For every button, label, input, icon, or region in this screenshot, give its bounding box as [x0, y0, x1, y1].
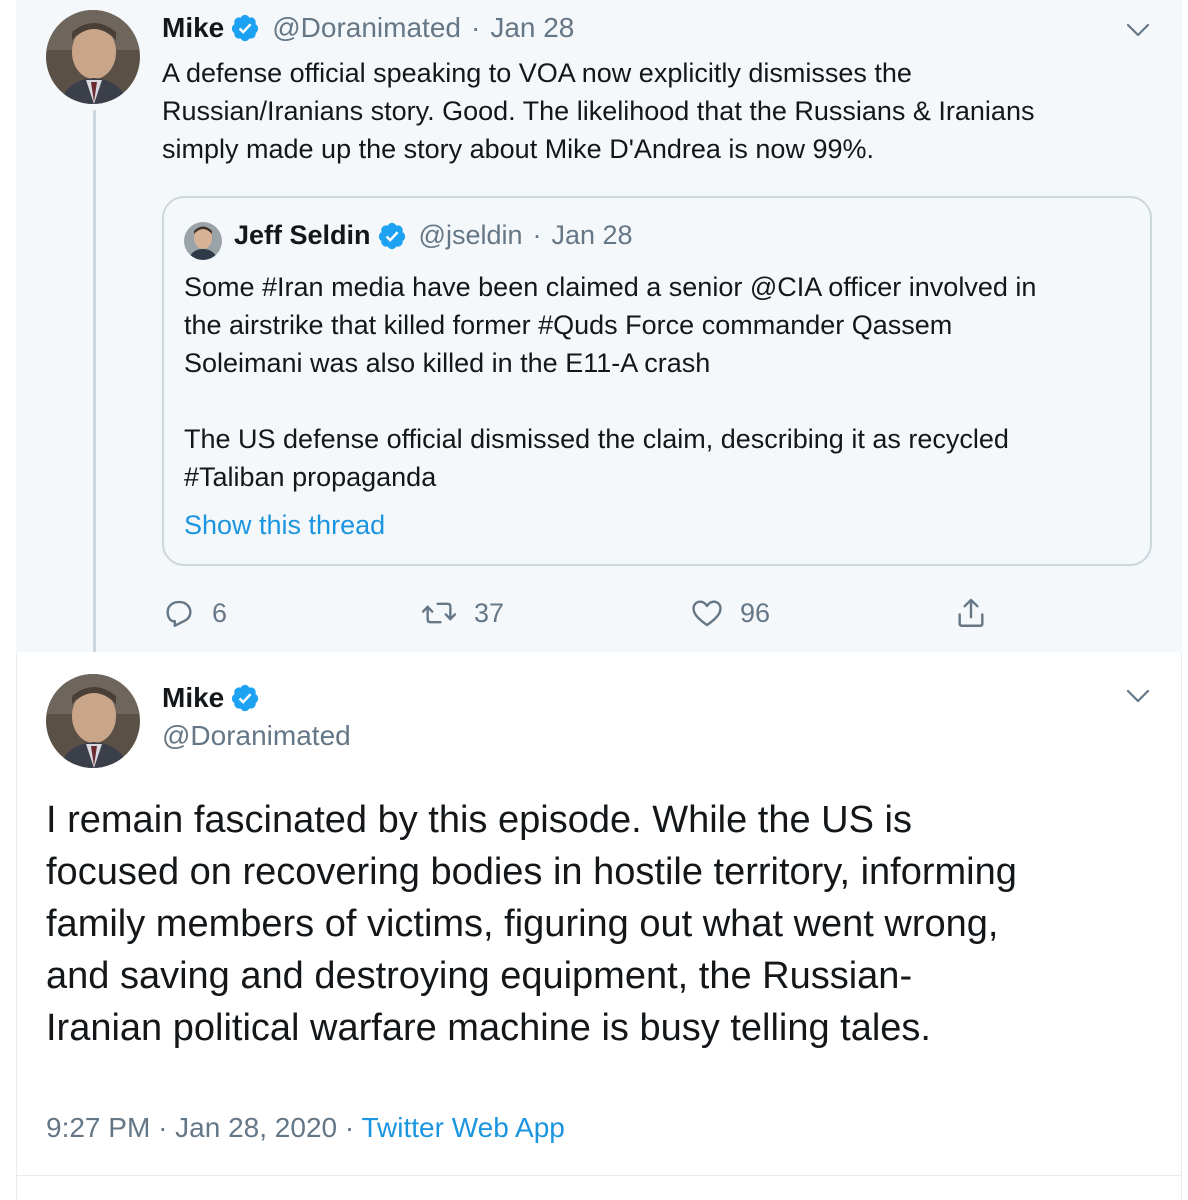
separator-dot: · — [344, 1112, 355, 1143]
reply-icon[interactable] — [162, 596, 196, 630]
tweet-text-line: I remain fascinated by this episode. Whi… — [46, 799, 912, 841]
tweet-metadata: 9:27 PM · Jan 28, 2020 · Twitter Web App — [46, 1112, 565, 1144]
quoted-tweet-text: Some #Iran media have been claimed a sen… — [184, 268, 1144, 544]
chevron-down-icon[interactable] — [1126, 22, 1150, 38]
tweet-full-date[interactable]: Jan 28, 2020 — [175, 1112, 337, 1143]
verified-badge-icon — [230, 13, 260, 43]
quoted-text-line: the airstrike that killed former #Quds F… — [184, 310, 953, 340]
divider — [16, 1175, 1182, 1176]
like-action[interactable]: 96 — [690, 596, 770, 630]
tweet-time[interactable]: 9:27 PM — [46, 1112, 150, 1143]
author-name[interactable]: Mike — [162, 12, 224, 44]
tweet-text: A defense official speaking to VOA now e… — [162, 54, 1152, 168]
tweet-date[interactable]: Jan 28 — [490, 12, 574, 44]
retweet-action[interactable]: 37 — [420, 596, 504, 630]
tweet-text-line: Iranian political warfare machine is bus… — [46, 1007, 931, 1049]
separator-dot: · — [532, 220, 542, 250]
quoted-avatar[interactable] — [184, 222, 222, 260]
thread-connector-line — [93, 110, 96, 662]
quoted-tweet-date[interactable]: Jan 28 — [551, 220, 632, 251]
verified-badge-icon — [377, 221, 407, 251]
quoted-author-name[interactable]: Jeff Seldin — [234, 220, 371, 251]
quoted-text-line: Some #Iran media have been claimed a sen… — [184, 272, 1037, 302]
tweet-text-line: and saving and destroying equipment, the… — [46, 955, 913, 997]
quoted-text-line: #Taliban propaganda — [184, 462, 437, 492]
tweet-text-line: A defense official speaking to VOA now e… — [162, 58, 912, 88]
like-count: 96 — [740, 597, 771, 628]
tweet-header: Mike @Doranimated · Jan 28 — [162, 12, 574, 44]
chevron-down-icon[interactable] — [1126, 688, 1150, 704]
reply-count: 6 — [212, 597, 228, 628]
separator-dot: · — [158, 1112, 168, 1143]
tweet-text-line: family members of victims, figuring out … — [46, 903, 999, 945]
tweet-text: I remain fascinated by this episode. Whi… — [46, 794, 1166, 1054]
show-thread-link[interactable]: Show this thread — [184, 506, 1144, 544]
quoted-text-line: Soleimani was also killed in the E11-A c… — [184, 348, 711, 378]
share-action[interactable] — [954, 596, 988, 630]
share-icon[interactable] — [954, 596, 988, 630]
heart-icon[interactable] — [690, 596, 724, 630]
tweet-text-line: simply made up the story about Mike D'An… — [162, 134, 874, 164]
tweet-text-line: focused on recovering bodies in hostile … — [46, 851, 1017, 893]
quoted-tweet-header: Jeff Seldin @jseldin · Jan 28 — [234, 220, 633, 251]
retweet-count: 37 — [474, 597, 505, 628]
quoted-tweet-card[interactable]: Jeff Seldin @jseldin · Jan 28 Some #Iran… — [162, 196, 1152, 566]
avatar[interactable] — [46, 10, 140, 104]
source-app-link[interactable]: Twitter Web App — [361, 1112, 564, 1143]
quoted-text-line: The US defense official dismissed the cl… — [184, 424, 1009, 454]
avatar[interactable] — [46, 674, 140, 768]
verified-badge-icon — [230, 683, 260, 713]
tweet-header: Mike — [162, 682, 260, 714]
retweet-icon[interactable] — [420, 596, 458, 630]
separator-dot: · — [470, 12, 481, 43]
quoted-author-handle[interactable]: @jseldin — [419, 220, 523, 251]
author-handle[interactable]: @Doranimated — [162, 720, 351, 752]
author-handle[interactable]: @Doranimated — [272, 12, 461, 44]
tweet-text-line: Russian/Iranians story. Good. The likeli… — [162, 96, 1035, 126]
author-name[interactable]: Mike — [162, 682, 224, 714]
reply-action[interactable]: 6 — [162, 596, 227, 630]
